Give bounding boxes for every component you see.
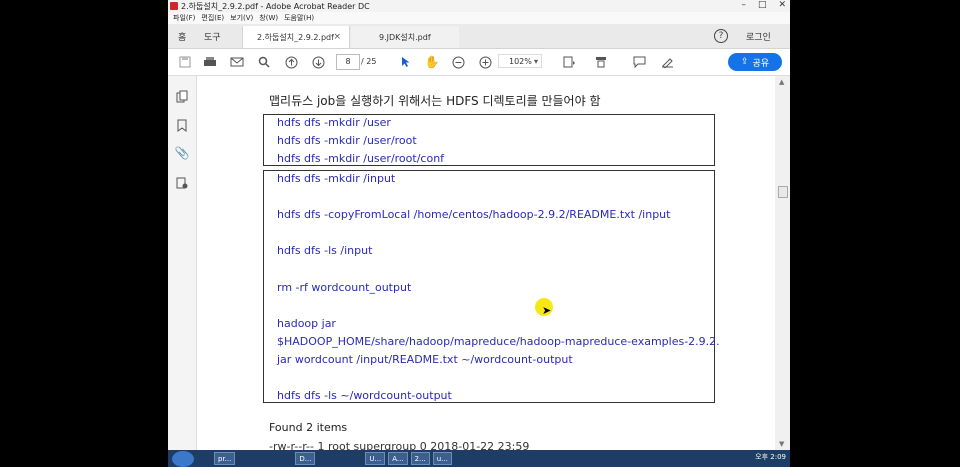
command-line: hdfs dfs -mkdir /user [277, 116, 391, 129]
acrobat-app-icon [170, 2, 178, 10]
page-up-icon[interactable] [282, 53, 300, 71]
command-line: hadoop jar [277, 317, 336, 330]
taskbar-item[interactable]: U... [365, 452, 386, 465]
menu-file[interactable]: 파일(F) [173, 13, 195, 23]
pdf-page: 맵리듀스 job을 실행하기 위해서는 HDFS 디렉토리를 만들어야 함 hd… [197, 76, 775, 450]
menu-bar: 파일(F) 편집(E) 보기(V) 창(W) 도움말(H) [168, 12, 790, 24]
share-icon: ⇪ [740, 57, 749, 67]
share-label: 공유 [752, 58, 770, 69]
start-button-icon[interactable] [172, 450, 194, 467]
scroll-up-arrow-icon[interactable]: ▲ [779, 78, 784, 86]
tab-tools[interactable]: 도구 [204, 24, 221, 48]
command-line: hdfs dfs -ls ~/wordcount-output [277, 389, 452, 402]
section-heading: 맵리듀스 job을 실행하기 위해서는 HDFS 디렉토리를 만들어야 함 [269, 94, 601, 108]
acrobat-window: 2.하둡설치_2.9.2.pdf - Adobe Acrobat Reader … [168, 0, 790, 467]
bookmark-icon[interactable] [174, 117, 190, 133]
taskbar-item[interactable]: A... [388, 452, 408, 465]
sign-pen-icon[interactable] [658, 53, 676, 71]
ls-output-row: -rw-r--r-- 1 root supergroup 0 2018-01-2… [269, 440, 530, 450]
zoom-select[interactable]: 102% [498, 54, 542, 69]
zoom-in-icon[interactable] [476, 53, 494, 71]
minimize-button[interactable]: – [741, 0, 746, 10]
command-line: hdfs dfs -mkdir /input [277, 172, 396, 185]
system-tray: 오후 2:09 [755, 452, 786, 462]
title-bar: 2.하둡설치_2.9.2.pdf - Adobe Acrobat Reader … [168, 0, 790, 12]
tray-clock[interactable]: 오후 2:09 [755, 452, 786, 462]
windows-taskbar: pr... D... U... A... 2... u... 오후 2:09 [168, 450, 790, 467]
close-tab-icon[interactable]: × [333, 32, 341, 42]
command-line: rm -rf wordcount_output [277, 281, 412, 294]
command-line: hdfs dfs -ls /input [277, 244, 373, 257]
tab-document-2-label: 9.JDK설치.pdf [379, 32, 431, 42]
help-icon[interactable]: ? [714, 29, 728, 43]
login-link[interactable]: 로그인 [746, 30, 771, 43]
window-title: 2.하둡설치_2.9.2.pdf - Adobe Acrobat Reader … [181, 1, 370, 11]
taskbar-item[interactable]: 2... [410, 452, 430, 465]
page-thumbnails-icon[interactable] [174, 88, 190, 104]
page-fit-icon[interactable] [560, 53, 578, 71]
page-down-icon[interactable] [309, 53, 327, 71]
scrollbar-thumb[interactable] [778, 186, 788, 198]
print-icon[interactable] [201, 53, 219, 71]
hand-tool-icon[interactable]: ✋ [423, 53, 441, 71]
tab-bar: 홈 도구 2.하둡설치_2.9.2.pdf × 9.JDK설치.pdf ? 로그… [168, 24, 790, 49]
command-line: hdfs dfs -copyFromLocal /home/centos/had… [277, 208, 671, 221]
vertical-scrollbar[interactable]: ▲ ▼ [775, 76, 790, 450]
command-line: $HADOOP_HOME/share/hadoop/mapreduce/hado… [277, 335, 720, 348]
taskbar-item[interactable]: D... [295, 452, 316, 465]
signatures-icon[interactable] [174, 174, 190, 190]
menu-view[interactable]: 보기(V) [230, 13, 253, 23]
tab-document-active[interactable]: 2.하둡설치_2.9.2.pdf × [242, 26, 350, 48]
taskbar-item[interactable]: u... [432, 452, 452, 465]
taskbar-item[interactable]: pr... [214, 452, 236, 465]
scroll-down-arrow-icon[interactable]: ▼ [779, 440, 784, 448]
save-icon[interactable] [176, 53, 194, 71]
select-cursor-icon[interactable] [397, 53, 415, 71]
tab-document-2[interactable]: 9.JDK설치.pdf [351, 26, 459, 48]
found-items-text: Found 2 items [269, 421, 348, 434]
menu-window[interactable]: 창(W) [259, 13, 278, 23]
command-line: jar wordcount /input/README.txt ~/wordco… [277, 353, 573, 366]
search-icon[interactable] [255, 53, 273, 71]
document-viewer[interactable]: 맵리듀스 job을 실행하기 위해서는 HDFS 디렉토리를 만들어야 함 hd… [197, 76, 790, 450]
toolbar: 8 / 25 ✋ 102% ⇪ 공유 [168, 49, 790, 76]
share-button[interactable]: ⇪ 공유 [728, 53, 782, 71]
left-navigation-pane: 📎 [168, 76, 197, 450]
attachment-icon[interactable]: 📎 [174, 145, 190, 161]
command-line: hdfs dfs -mkdir /user/root/conf [277, 152, 445, 165]
maximize-button[interactable]: □ [758, 0, 767, 10]
command-line: hdfs dfs -mkdir /user/root [277, 134, 417, 147]
tab-document-label: 2.하둡설치_2.9.2.pdf [257, 32, 334, 42]
page-total: / 25 [361, 57, 377, 66]
menu-help[interactable]: 도움말(H) [284, 13, 314, 23]
menu-edit[interactable]: 편집(E) [201, 13, 224, 23]
mouse-cursor-icon: ➤ [542, 304, 552, 317]
close-window-button[interactable]: ✕ [778, 0, 786, 10]
comment-icon[interactable] [630, 53, 648, 71]
scroll-mode-icon[interactable] [592, 53, 610, 71]
tab-home[interactable]: 홈 [178, 24, 186, 48]
email-icon[interactable] [228, 53, 246, 71]
page-number-input[interactable]: 8 [336, 54, 360, 70]
zoom-out-icon[interactable] [449, 53, 467, 71]
